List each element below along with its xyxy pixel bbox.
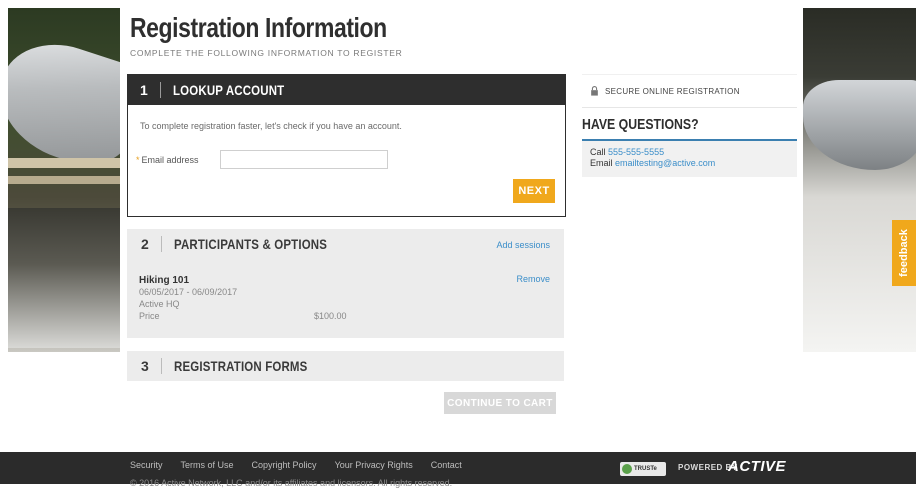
- call-label: Call: [590, 147, 606, 157]
- secure-registration-banner: SECURE ONLINE REGISTRATION: [582, 74, 797, 108]
- step-number: 3: [141, 358, 149, 374]
- step-title: PARTICIPANTS & OPTIONS: [173, 236, 327, 252]
- footer-link-contact[interactable]: Contact: [431, 460, 462, 470]
- session-location: Active HQ: [139, 299, 180, 309]
- main-container: Registration Information COMPLETE THE FO…: [120, 8, 803, 438]
- phone-row: Call 555-555-5555: [590, 147, 789, 158]
- water-image: [8, 208, 120, 348]
- secure-registration-text: SECURE ONLINE REGISTRATION: [605, 86, 740, 96]
- dock-image: [8, 176, 120, 184]
- footer-link-security[interactable]: Security: [130, 460, 163, 470]
- sidebar: SECURE ONLINE REGISTRATION HAVE QUESTION…: [582, 74, 797, 177]
- step-header: 3 REGISTRATION FORMS: [127, 351, 564, 381]
- active-logo: ACTIVE: [728, 458, 787, 475]
- background-image-right: [803, 8, 916, 352]
- step-lookup-account: 1 LOOKUP ACCOUNT To complete registratio…: [127, 74, 566, 217]
- truste-label: TRUSTe: [634, 466, 657, 472]
- add-sessions-link[interactable]: Add sessions: [496, 240, 550, 250]
- footer-link-privacy[interactable]: Your Privacy Rights: [335, 460, 413, 470]
- contact-info: Call 555-555-5555 Email emailtesting@act…: [582, 141, 797, 177]
- email-link[interactable]: emailtesting@active.com: [615, 158, 715, 168]
- step-participants-options: 2 PARTICIPANTS & OPTIONS Add sessions Hi…: [127, 229, 564, 338]
- questions-heading: HAVE QUESTIONS?: [582, 116, 699, 133]
- footer: Security Terms of Use Copyright Policy Y…: [0, 452, 916, 488]
- truste-badge[interactable]: TRUSTe: [620, 462, 666, 476]
- session-name: Hiking 101: [139, 275, 190, 286]
- copyright-text: © 2016 Active Network, LLC and/or its af…: [130, 478, 453, 488]
- step-divider: [159, 82, 161, 98]
- email-row: Email emailtesting@active.com: [590, 158, 789, 169]
- step-number: 2: [141, 236, 149, 252]
- canoe-image: [8, 29, 120, 177]
- email-label: Email address: [141, 154, 199, 165]
- email-contact-label: Email: [590, 158, 613, 168]
- step-divider: [160, 358, 162, 374]
- page-subtitle: COMPLETE THE FOLLOWING INFORMATION TO RE…: [130, 48, 403, 58]
- step-registration-forms: 3 REGISTRATION FORMS: [127, 351, 564, 381]
- footer-link-copyright-policy[interactable]: Copyright Policy: [252, 460, 317, 470]
- phone-link[interactable]: 555-555-5555: [608, 147, 664, 157]
- truste-icon: [622, 464, 632, 474]
- boat-image: [803, 80, 916, 170]
- session-dates: 06/05/2017 - 06/09/2017: [139, 287, 238, 297]
- footer-link-terms[interactable]: Terms of Use: [181, 460, 234, 470]
- lookup-intro-text: To complete registration faster, let's c…: [140, 121, 402, 131]
- next-button[interactable]: NEXT: [513, 179, 555, 203]
- footer-links: Security Terms of Use Copyright Policy Y…: [130, 460, 480, 470]
- step-header: 1 LOOKUP ACCOUNT: [128, 75, 565, 105]
- page-title: Registration Information: [130, 12, 387, 43]
- email-field[interactable]: [219, 150, 388, 169]
- price-value: $100.00: [314, 311, 347, 321]
- step-divider: [160, 236, 162, 252]
- continue-to-cart-button[interactable]: CONTINUE TO CART: [444, 392, 556, 414]
- price-label: Price: [139, 311, 160, 321]
- dock-image: [8, 158, 120, 168]
- step-title: REGISTRATION FORMS: [173, 358, 308, 374]
- background-image-left: [8, 8, 120, 352]
- step-number: 1: [140, 82, 148, 98]
- lock-icon: [591, 86, 598, 96]
- feedback-tab[interactable]: feedback: [892, 220, 916, 286]
- required-marker: *: [136, 154, 140, 165]
- email-row: * Email address: [136, 150, 388, 169]
- feedback-label: feedback: [898, 229, 910, 277]
- step-title: LOOKUP ACCOUNT: [172, 82, 285, 98]
- remove-session-link[interactable]: Remove: [516, 274, 550, 284]
